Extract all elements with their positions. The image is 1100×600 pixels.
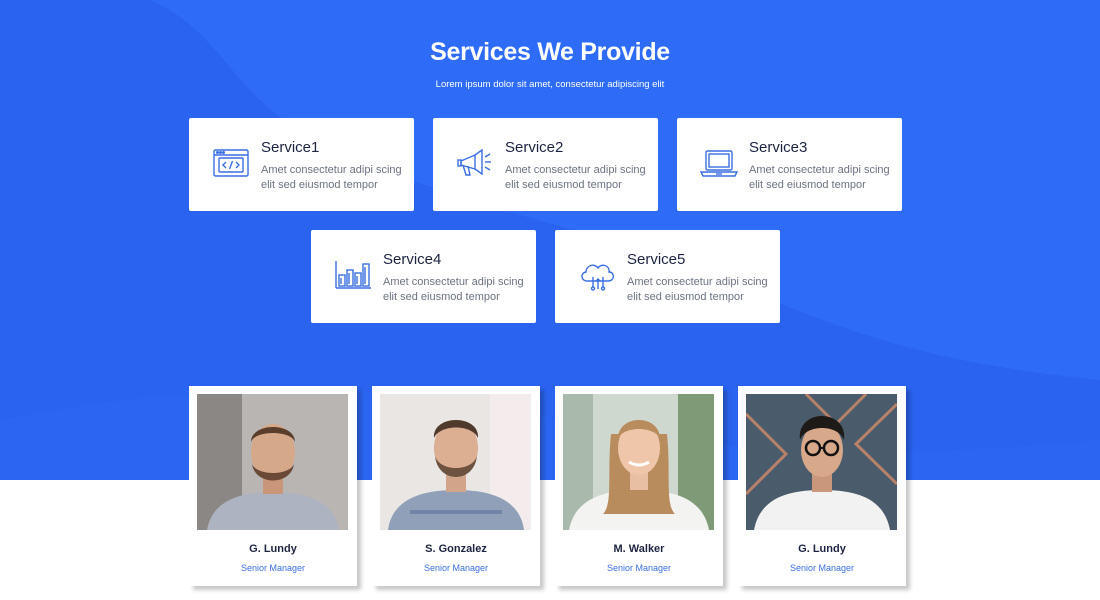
member-role: Senior Manager: [423, 563, 489, 573]
team-card-2[interactable]: S. Gonzalez Senior Manager: [372, 386, 540, 586]
service-card-5[interactable]: Service5 Amet consectetur adipi scing el…: [555, 230, 780, 323]
service-card-3[interactable]: Service3 Amet consectetur adipi scing el…: [677, 118, 902, 211]
section-title: Services We Provide: [430, 38, 670, 66]
service-card-2[interactable]: Service2 Amet consectetur adipi scing el…: [433, 118, 658, 211]
member-name: G. Lundy: [249, 543, 297, 555]
team-photo: [197, 394, 348, 530]
member-name: G. Lundy: [798, 543, 846, 555]
code-window-icon: [211, 145, 251, 181]
megaphone-icon: [455, 145, 495, 181]
cloud-icon: [577, 257, 617, 293]
section-subtitle: Lorem ipsum dolor sit amet, consectetur …: [435, 79, 665, 90]
service-card-1[interactable]: Service1 Amet consectetur adipi scing el…: [189, 118, 414, 211]
service-title: Service1: [261, 139, 320, 156]
member-role: Senior Manager: [789, 563, 855, 573]
service-card-4[interactable]: Service4 Amet consectetur adipi scing el…: [311, 230, 536, 323]
service-title: Service2: [505, 139, 564, 156]
team-photo: [380, 394, 531, 530]
service-description: Amet consectetur adipi scing elit sed ei…: [505, 164, 646, 191]
team-card-3[interactable]: M. Walker Senior Manager: [555, 386, 723, 586]
service-title: Service5: [627, 251, 686, 268]
team-photo: [563, 394, 714, 530]
member-name: S. Gonzalez: [425, 543, 487, 555]
service-description: Amet consectetur adipi scing elit sed ei…: [627, 276, 768, 303]
team-photo: [746, 394, 897, 530]
service-title: Service3: [749, 139, 808, 156]
service-description: Amet consectetur adipi scing elit sed ei…: [261, 164, 402, 191]
services-hero: Services We Provide Lorem ipsum dolor si…: [0, 0, 1100, 480]
member-name: M. Walker: [613, 543, 665, 555]
team-card-1[interactable]: G. Lundy Senior Manager: [189, 386, 357, 586]
bar-chart-icon: [333, 257, 373, 293]
service-description: Amet consectetur adipi scing elit sed ei…: [383, 276, 524, 303]
service-title: Service4: [383, 251, 442, 268]
member-role: Senior Manager: [606, 563, 672, 573]
service-description: Amet consectetur adipi scing elit sed ei…: [749, 164, 890, 191]
laptop-icon: [699, 145, 739, 181]
member-role: Senior Manager: [240, 563, 306, 573]
team-card-4[interactable]: G. Lundy Senior Manager: [738, 386, 906, 586]
background-wave: [0, 0, 1100, 480]
